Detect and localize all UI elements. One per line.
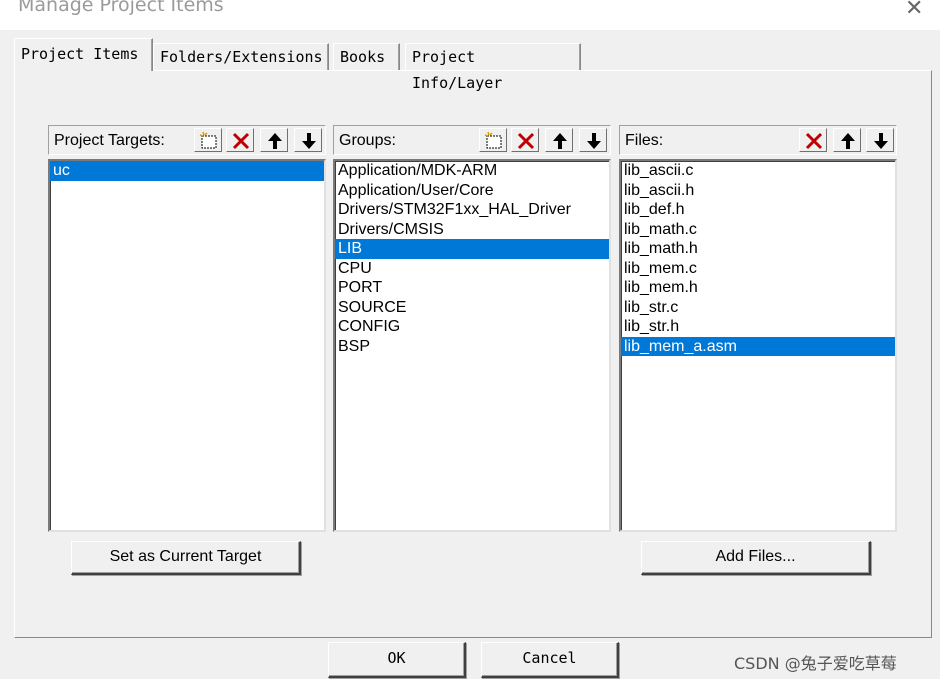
list-item[interactable]: uc: [50, 161, 324, 181]
delete-icon: [232, 132, 250, 150]
files-list[interactable]: lib_ascii.c lib_ascii.h lib_def.h lib_ma…: [619, 159, 897, 532]
targets-list[interactable]: uc: [48, 159, 326, 532]
list-item[interactable]: lib_mem_a.asm: [621, 336, 895, 356]
new-group-button[interactable]: [479, 128, 507, 152]
groups-header: Groups:: [333, 125, 611, 155]
add-files-button[interactable]: Add Files...: [641, 541, 871, 575]
list-item[interactable]: PORT: [335, 278, 609, 298]
delete-icon: [517, 132, 535, 150]
title-bar: Manage Project Items ✕: [0, 0, 940, 30]
targets-label: Project Targets:: [54, 132, 165, 149]
list-item[interactable]: lib_mem.h: [621, 278, 895, 298]
groups-label: Groups:: [339, 132, 396, 149]
list-item[interactable]: lib_str.c: [621, 298, 895, 318]
files-header: Files:: [619, 125, 897, 155]
list-item[interactable]: BSP: [335, 337, 609, 357]
set-current-target-button[interactable]: Set as Current Target: [71, 541, 301, 575]
window-title: Manage Project Items: [18, 0, 224, 16]
list-item[interactable]: lib_def.h: [621, 200, 895, 220]
list-item[interactable]: lib_math.h: [621, 239, 895, 259]
list-item[interactable]: Drivers/CMSIS: [335, 220, 609, 240]
move-up-target-button[interactable]: [260, 128, 288, 152]
list-item[interactable]: LIB: [335, 239, 609, 259]
list-item[interactable]: CPU: [335, 259, 609, 279]
list-item[interactable]: lib_mem.c: [621, 259, 895, 279]
tab-books[interactable]: Books: [333, 43, 400, 70]
delete-file-button[interactable]: [799, 128, 827, 152]
list-item[interactable]: SOURCE: [335, 298, 609, 318]
tab-project-info-layer[interactable]: Project Info/Layer: [405, 43, 581, 92]
list-item[interactable]: lib_math.c: [621, 220, 895, 240]
files-label: Files:: [625, 132, 664, 149]
move-up-icon: [841, 133, 855, 149]
ok-button[interactable]: OK: [328, 642, 466, 678]
tab-project-items[interactable]: Project Items: [14, 38, 153, 71]
watermark: CSDN @兔子爱吃草莓: [734, 654, 897, 673]
list-item[interactable]: Drivers/STM32F1xx_HAL_Driver: [335, 200, 609, 220]
move-down-target-button[interactable]: [294, 128, 322, 152]
groups-list[interactable]: Application/MDK-ARM Application/User/Cor…: [333, 159, 611, 532]
move-down-file-button[interactable]: [866, 128, 894, 152]
list-item[interactable]: Application/MDK-ARM: [335, 161, 609, 181]
tab-folders-extensions[interactable]: Folders/Extensions: [153, 43, 329, 70]
move-up-file-button[interactable]: [833, 128, 861, 152]
list-item[interactable]: CONFIG: [335, 317, 609, 337]
move-down-icon: [587, 133, 601, 149]
targets-header: Project Targets:: [48, 125, 326, 155]
list-item[interactable]: lib_str.h: [621, 317, 895, 337]
new-target-button[interactable]: [194, 128, 222, 152]
new-item-icon: [484, 131, 502, 149]
cancel-button[interactable]: Cancel: [481, 642, 619, 678]
move-down-group-button[interactable]: [579, 128, 607, 152]
list-item[interactable]: Application/User/Core: [335, 181, 609, 201]
delete-icon: [805, 132, 823, 150]
delete-target-button[interactable]: [226, 128, 254, 152]
delete-group-button[interactable]: [511, 128, 539, 152]
move-down-icon: [874, 133, 888, 149]
move-up-icon: [268, 133, 282, 149]
close-icon[interactable]: ✕: [905, 0, 923, 21]
move-down-icon: [302, 133, 316, 149]
move-up-icon: [553, 133, 567, 149]
list-item[interactable]: lib_ascii.c: [621, 161, 895, 181]
new-item-icon: [199, 131, 217, 149]
list-item[interactable]: lib_ascii.h: [621, 181, 895, 201]
move-up-group-button[interactable]: [545, 128, 573, 152]
